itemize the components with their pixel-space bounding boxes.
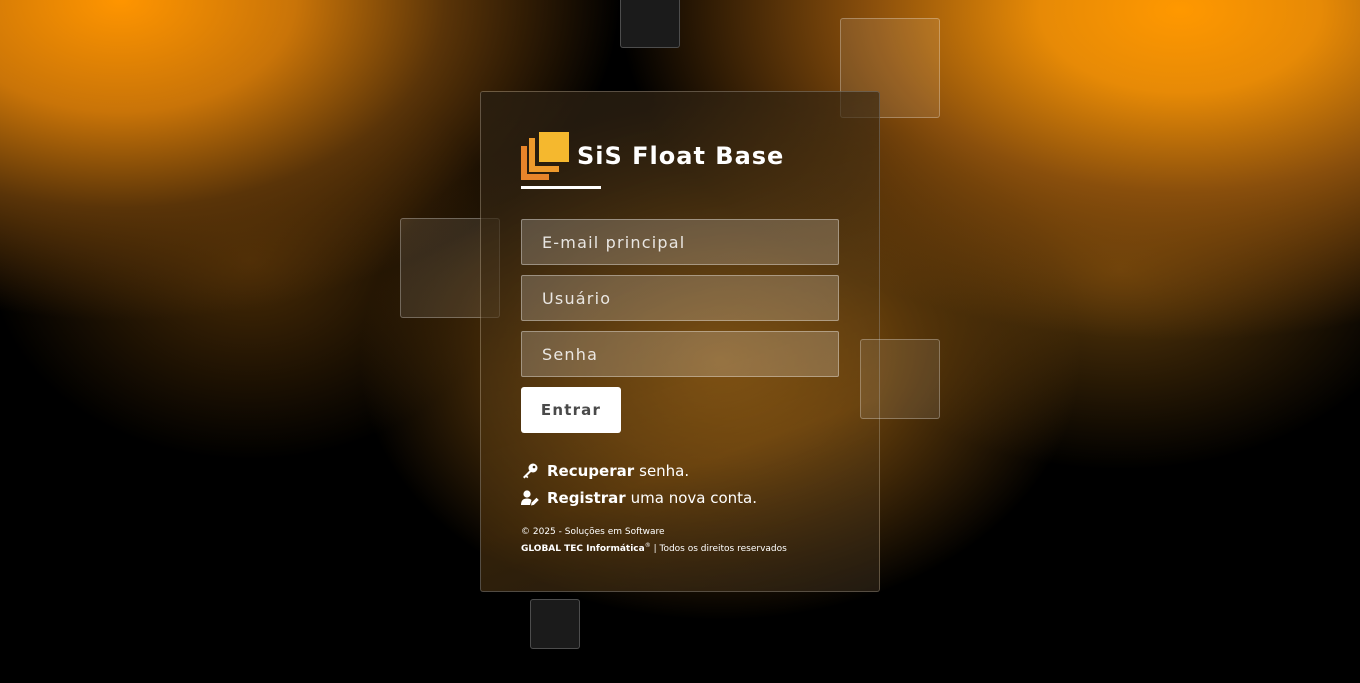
- decorative-square: [860, 339, 940, 419]
- decorative-square: [530, 599, 580, 649]
- rights-text: | Todos os direitos reservados: [650, 544, 787, 554]
- recover-link-strong[interactable]: Recuperar: [547, 462, 634, 480]
- email-field[interactable]: [521, 219, 839, 265]
- recover-password-link[interactable]: Recuperar senha.: [521, 457, 839, 484]
- login-button[interactable]: Entrar: [521, 387, 621, 433]
- username-field[interactable]: [521, 275, 839, 321]
- recover-link-text: senha.: [639, 461, 690, 480]
- footer: © 2025 - Soluções em Software GLOBAL TEC…: [521, 525, 839, 556]
- register-link-strong[interactable]: Registrar: [547, 489, 626, 507]
- layers-logo-icon: [521, 132, 569, 180]
- copyright-text: © 2025 - Soluções em Software: [521, 527, 665, 537]
- brand-header: SiS Float Base: [521, 132, 839, 180]
- user-edit-icon: [521, 489, 539, 507]
- decorative-square: [620, 0, 680, 48]
- company-line: GLOBAL TEC Informática® | Todos os direi…: [521, 539, 839, 556]
- register-link[interactable]: Registrar uma nova conta.: [521, 484, 839, 511]
- company-name: GLOBAL TEC Informática: [521, 544, 645, 554]
- password-field[interactable]: [521, 331, 839, 377]
- auth-links: Recuperar senha. Registrar uma nova cont…: [521, 457, 839, 511]
- key-icon: [521, 462, 539, 480]
- title-underline: [521, 186, 601, 189]
- login-card: SiS Float Base Entrar Recuperar senha.: [480, 91, 880, 592]
- register-link-text: uma nova conta.: [630, 488, 757, 507]
- app-title: SiS Float Base: [577, 142, 785, 170]
